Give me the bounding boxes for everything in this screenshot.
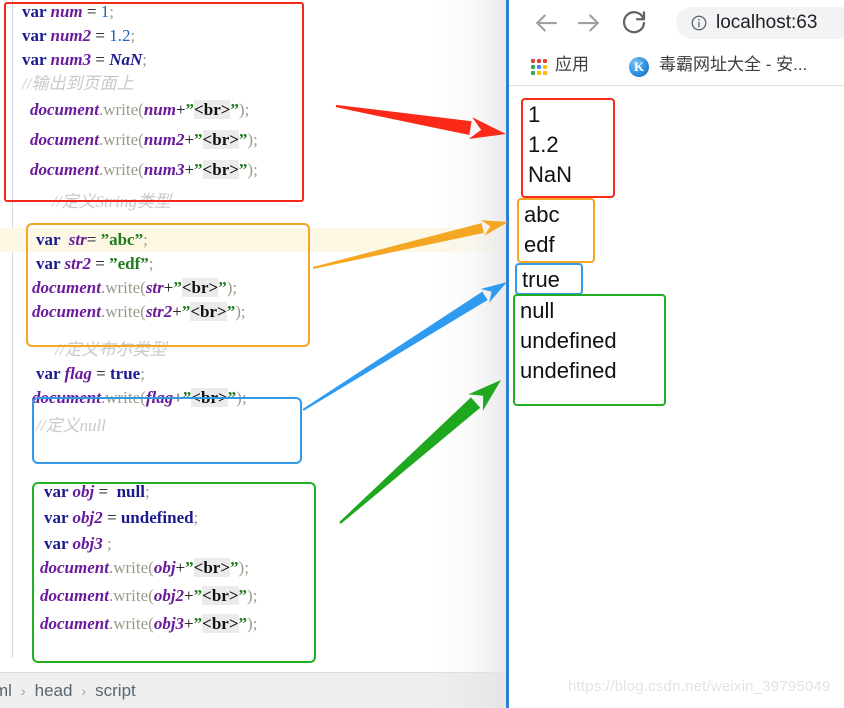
browser-chrome: localhost:63 应用 K 毒霸网址大全 - 安... xyxy=(509,0,844,86)
arrow-left-icon xyxy=(536,14,558,32)
browser-toolbar: localhost:63 xyxy=(509,0,844,46)
number-output-box: 1 1.2 NaN xyxy=(521,98,615,198)
boolean-code-box xyxy=(32,397,302,464)
arrow-right-icon xyxy=(577,14,599,32)
bookmark-apps-label[interactable]: 应用 xyxy=(555,54,589,76)
code-token: var xyxy=(36,364,65,383)
output-line: edf xyxy=(524,232,555,257)
output-line: 1.2 xyxy=(528,132,559,157)
apps-grid-icon[interactable] xyxy=(531,59,547,75)
code-token: = xyxy=(91,364,110,383)
kingsoft-k-icon: K xyxy=(629,57,649,77)
reload-button[interactable] xyxy=(619,8,649,38)
editor-statusbar: ml › head › script xyxy=(0,672,506,708)
output-line: abc xyxy=(524,202,560,227)
breadcrumb-separator: › xyxy=(20,683,26,699)
null-output-box: null undefined undefined xyxy=(513,294,666,406)
breadcrumb-separator: › xyxy=(81,683,87,699)
breadcrumb-item[interactable]: script xyxy=(95,681,136,700)
output-line: undefined xyxy=(520,358,617,383)
code-token: ; xyxy=(140,364,145,383)
code-line[interactable]: var flag = true; xyxy=(0,362,506,386)
null-code-box xyxy=(32,482,316,663)
code-token: flag xyxy=(64,364,92,383)
watermark: https://blog.csdn.net/weixin_39795049 xyxy=(568,678,831,695)
number-code-box xyxy=(4,2,304,202)
string-output-box: abc edf xyxy=(517,198,595,263)
address-bar-url: localhost:63 xyxy=(716,12,818,33)
reload-icon xyxy=(622,11,646,34)
forward-button[interactable] xyxy=(574,8,604,38)
back-button[interactable] xyxy=(531,8,561,38)
bookmark-duba-label[interactable]: 毒霸网址大全 - 安... xyxy=(659,54,807,76)
output-line: 1 xyxy=(528,102,541,127)
code-token: true xyxy=(109,364,141,383)
code-editor-pane[interactable]: var num = 1; var num2 = 1.2; var num3 = Na… xyxy=(0,0,506,672)
breadcrumb[interactable]: ml › head › script xyxy=(0,673,136,708)
boolean-output-box: true xyxy=(515,263,583,295)
output-line: undefined xyxy=(520,328,617,353)
output-line: true xyxy=(522,267,560,292)
output-line: null xyxy=(520,298,555,323)
address-bar[interactable]: localhost:63 xyxy=(676,7,844,39)
string-code-box xyxy=(26,223,310,347)
page-output-area: 1 1.2 NaN abc edf true null undefined undefined xyxy=(509,86,844,708)
browser-window[interactable]: localhost:63 应用 K 毒霸网址大全 - 安... 1 1.2 NaN a… xyxy=(506,0,844,708)
edge-fade-overlay-bottom xyxy=(432,672,506,708)
info-circle-icon[interactable] xyxy=(690,14,708,32)
bookmarks-bar[interactable]: 应用 K 毒霸网址大全 - 安... xyxy=(509,46,844,84)
breadcrumb-item[interactable]: ml xyxy=(0,681,12,700)
output-line: NaN xyxy=(528,162,573,187)
breadcrumb-item[interactable]: head xyxy=(35,681,73,700)
